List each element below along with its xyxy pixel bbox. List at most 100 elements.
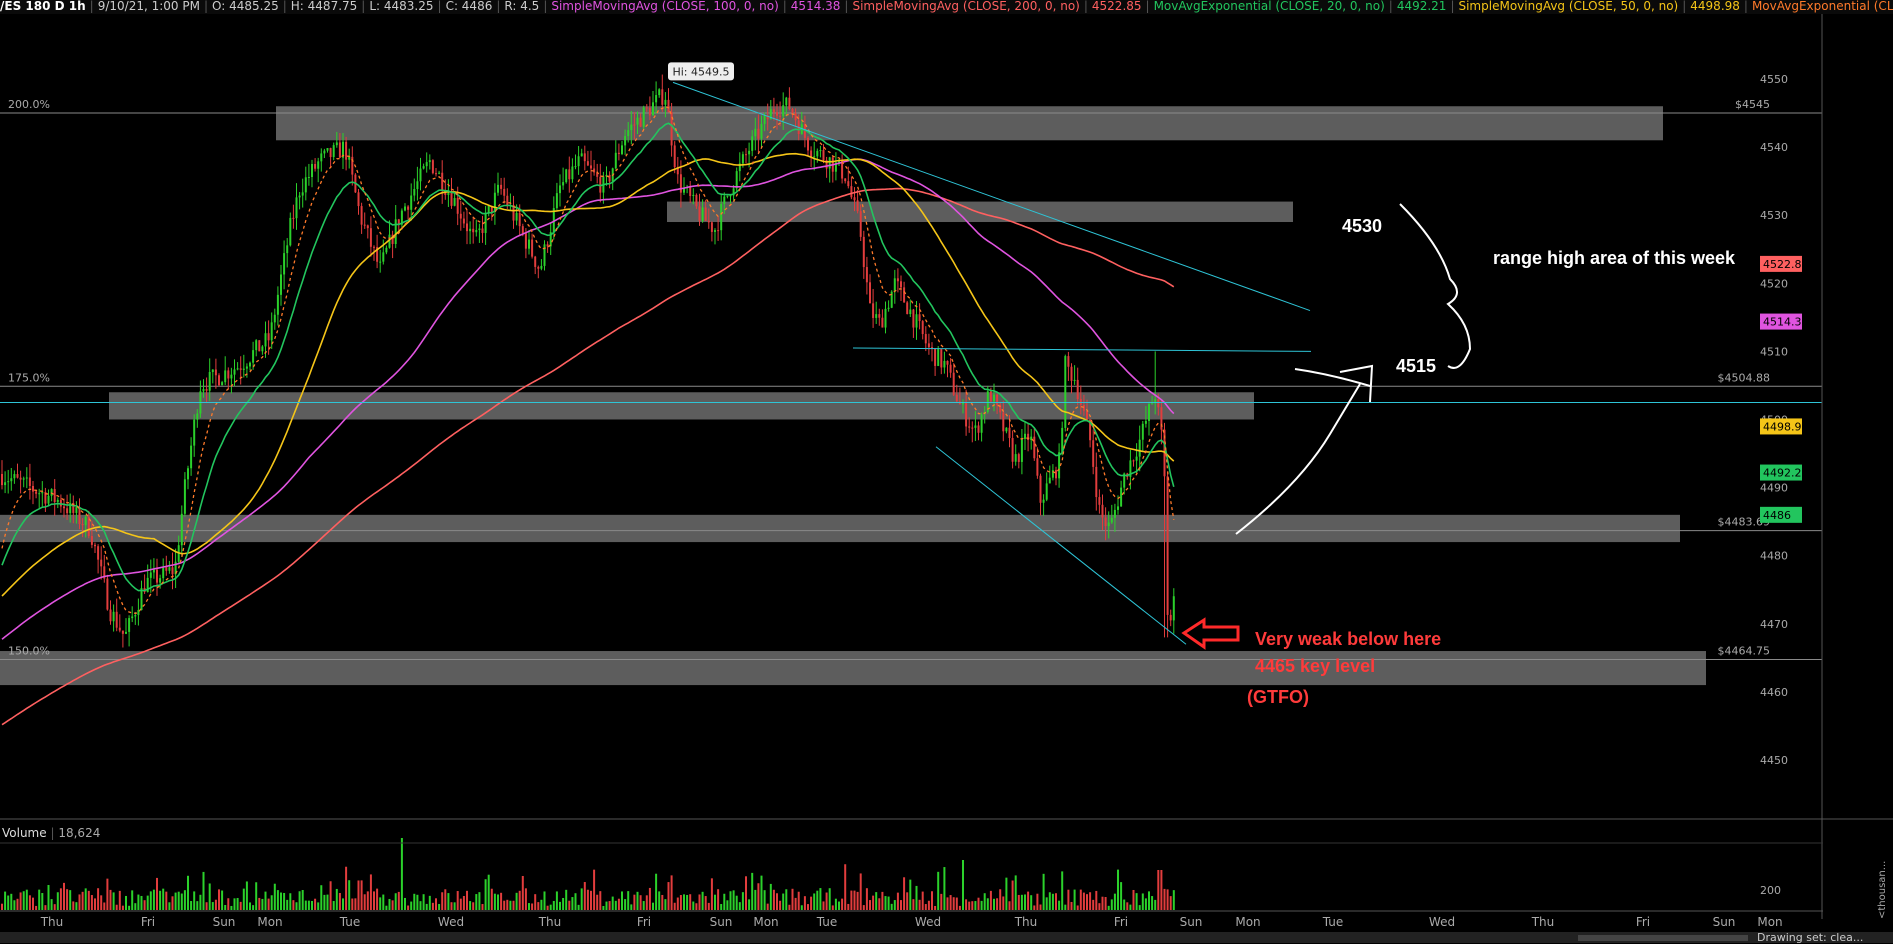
candle-body: [13, 474, 16, 479]
volume-bar: [416, 894, 419, 910]
volume-bar: [410, 901, 413, 910]
volume-bar: [884, 896, 887, 910]
candle-body: [1110, 517, 1113, 523]
volume-bar: [927, 900, 930, 910]
volume-bar: [518, 890, 521, 910]
volume-bar: [968, 901, 971, 910]
candle-body: [695, 194, 698, 207]
volume-bar: [1024, 894, 1026, 910]
volume-bar: [435, 898, 437, 910]
supply-demand-zone[interactable]: [276, 106, 1663, 141]
candle-body: [109, 609, 112, 622]
study-label-0[interactable]: SimpleMovingAvg (CLOSE, 100, 0, no): [551, 0, 778, 13]
x-axis-label: Mon: [1235, 915, 1260, 929]
volume-bar: [624, 899, 627, 910]
volume-bar: [66, 889, 69, 910]
volume-bar: [267, 898, 270, 910]
volume-bar: [121, 905, 124, 910]
volume-bar: [611, 896, 614, 910]
candle-body: [66, 508, 69, 514]
candle-body: [221, 382, 224, 386]
annotation-very-weak[interactable]: Very weak below here: [1255, 629, 1441, 650]
annotation-4530[interactable]: 4530: [1342, 216, 1382, 237]
volume-bar: [590, 890, 592, 910]
volume-bar: [493, 893, 496, 910]
symbol-label[interactable]: /ES 180 D 1h: [0, 0, 86, 13]
candle-body: [667, 99, 670, 113]
volume-bar: [704, 896, 707, 910]
study-label-4[interactable]: MovAvgExponential (CLOSE...: [1752, 0, 1893, 13]
volume-bar: [1154, 899, 1157, 910]
volume-bar: [540, 899, 543, 910]
candle-body: [714, 230, 716, 232]
volume-bar: [506, 899, 509, 910]
volume-bar: [1033, 905, 1036, 910]
volume-bar: [227, 898, 230, 910]
candle-body: [710, 222, 713, 232]
supply-demand-zone[interactable]: [667, 201, 1293, 223]
volume-bar: [230, 905, 233, 910]
annotation-4515[interactable]: 4515: [1396, 356, 1436, 377]
volume-bar: [841, 898, 844, 910]
candle-body: [41, 492, 44, 494]
volume-bar: [701, 891, 704, 910]
candle-body: [1036, 458, 1039, 476]
candle-body: [707, 220, 710, 223]
candle-body: [940, 349, 943, 368]
candle-body: [190, 445, 193, 469]
candle-body: [168, 567, 171, 571]
candle-body: [283, 253, 286, 275]
volume-bar: [320, 885, 323, 910]
hi-label: Hi: 4549.5: [672, 65, 729, 78]
candle-body: [481, 228, 484, 233]
candle-body: [233, 369, 236, 375]
candle-body: [16, 474, 19, 478]
volume-bar: [1098, 903, 1101, 910]
candle-body: [227, 370, 230, 379]
candle-body: [546, 244, 549, 247]
candle-body: [875, 314, 878, 318]
volume-bar: [373, 891, 375, 910]
candle-body: [261, 346, 264, 352]
volume-bar: [636, 891, 639, 910]
y-axis-tick: 4530: [1760, 209, 1788, 222]
volume-bar: [667, 882, 670, 910]
drawing-set-label[interactable]: Drawing set: clea...: [1757, 932, 1863, 943]
volume-bar: [1160, 870, 1163, 910]
price-chart[interactable]: 200.0% $4545175.0% $4504.88150.0% $4464.75$…: [0, 14, 1893, 932]
supply-demand-zone[interactable]: [109, 392, 1254, 420]
chart-panel[interactable]: 200.0% $4545 175.0% $4504.88 150.0% $4464.75 $…: [0, 14, 1893, 929]
annotation-range-high[interactable]: range high area of this week: [1493, 248, 1735, 269]
volume-bar: [921, 891, 924, 910]
volume-bar: [661, 894, 664, 910]
volume-bar: [993, 898, 995, 910]
horizontal-scrollbar[interactable]: [1578, 935, 1748, 941]
volume-bar: [205, 902, 208, 910]
candle-body: [394, 219, 397, 245]
candle-body: [1166, 476, 1169, 615]
candle-body: [267, 333, 270, 341]
volume-bar: [875, 892, 878, 910]
candle-body: [772, 109, 775, 113]
annotation-key-level[interactable]: 4465 key level: [1255, 656, 1375, 677]
candle-body: [84, 516, 87, 526]
study-label-3[interactable]: SimpleMovingAvg (CLOSE, 50, 0, no): [1458, 0, 1678, 13]
study-label-1[interactable]: SimpleMovingAvg (CLOSE, 200, 0, no): [852, 0, 1079, 13]
study-label-2[interactable]: MovAvgExponential (CLOSE, 20, 0, no): [1154, 0, 1385, 13]
candle-body: [1138, 439, 1141, 457]
volume-bar: [280, 892, 282, 910]
candle-body: [360, 206, 363, 225]
volume-bar: [233, 898, 236, 910]
supply-demand-zone[interactable]: [0, 651, 1706, 686]
volume-bar: [1120, 882, 1123, 910]
supply-demand-zone[interactable]: [0, 514, 1680, 543]
candle-body: [531, 239, 534, 257]
volume-bar: [664, 899, 667, 910]
annotation-gtfo[interactable]: (GTFO): [1247, 687, 1309, 708]
volume-bar: [757, 883, 760, 910]
fib-price-label: $4504.88: [1718, 371, 1771, 384]
volume-bar: [81, 891, 84, 910]
volume-bar: [487, 874, 490, 910]
volume-bar: [621, 891, 623, 910]
volume-bar: [276, 890, 279, 910]
